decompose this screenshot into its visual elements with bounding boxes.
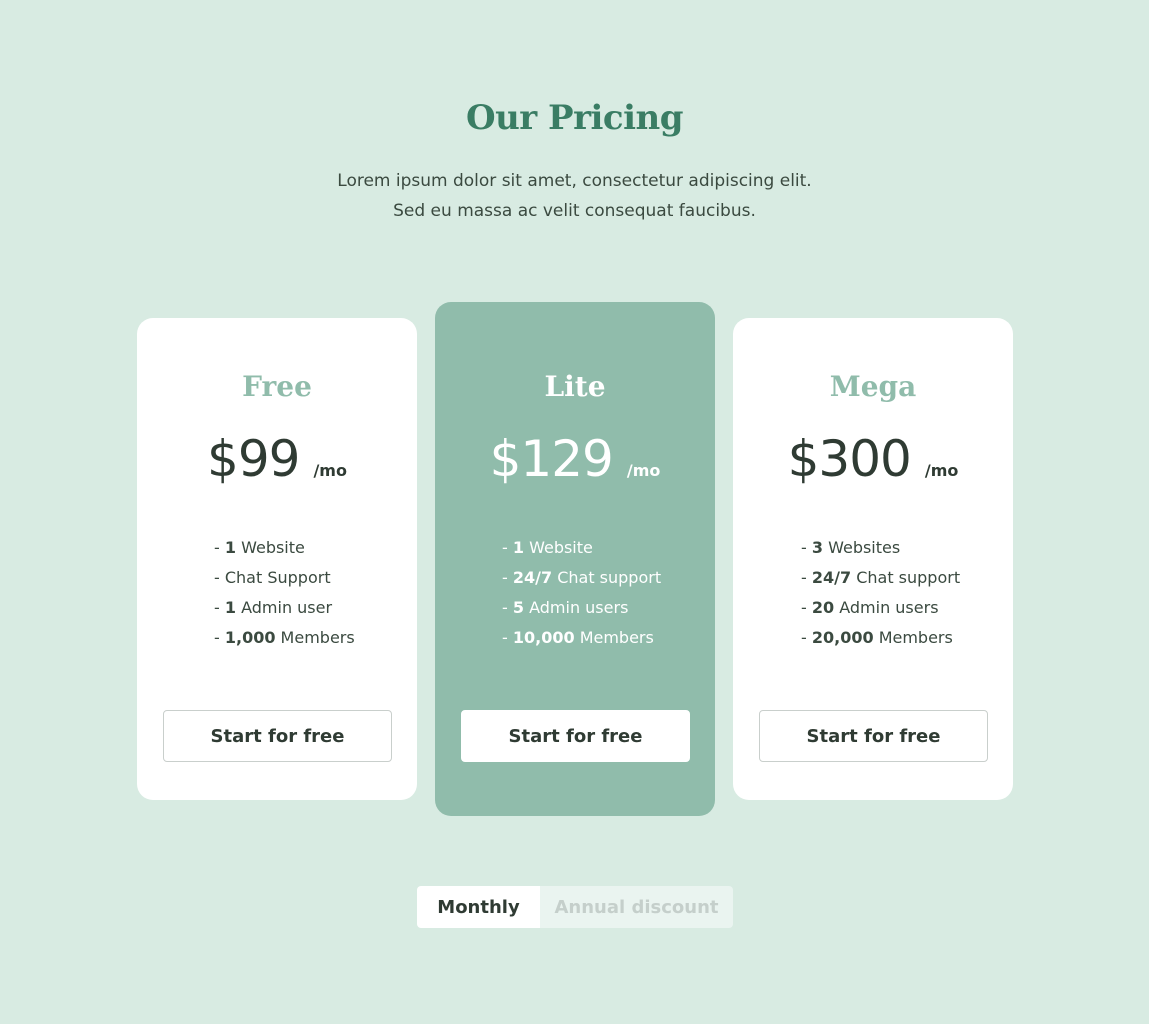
feature-list: - 1 Website - Chat Support - 1 Admin use… xyxy=(214,533,355,653)
price-row: $300 /mo xyxy=(733,430,1013,488)
price-period: /mo xyxy=(313,461,347,480)
plan-price: $129 xyxy=(489,430,614,488)
plan-name: Free xyxy=(242,370,312,403)
feature-item: - 1 Website xyxy=(502,538,593,557)
page-subtitle: Lorem ipsum dolor sit amet, consectetur … xyxy=(0,166,1149,226)
plan-name: Lite xyxy=(544,370,606,403)
feature-item: - 5 Admin users xyxy=(502,598,629,617)
start-for-free-button[interactable]: Start for free xyxy=(461,710,690,762)
feature-item: - 1 Website xyxy=(214,538,305,557)
pricing-card-lite: Lite $129 /mo - 1 Website - 24/7 Chat su… xyxy=(435,302,715,816)
feature-item: - 1,000 Members xyxy=(214,628,355,647)
feature-item: - 3 Websites xyxy=(801,538,901,557)
billing-toggle: Monthly Annual discount xyxy=(417,886,733,928)
feature-item: - Chat Support xyxy=(214,568,331,587)
plan-price: $99 xyxy=(207,430,300,488)
toggle-option-monthly[interactable]: Monthly xyxy=(417,886,540,928)
feature-item: - 24/7 Chat support xyxy=(502,568,662,587)
price-row: $129 /mo xyxy=(435,430,715,488)
subtitle-line-2: Sed eu massa ac velit consequat faucibus… xyxy=(393,201,756,221)
feature-list: - 3 Websites - 24/7 Chat support - 20 Ad… xyxy=(801,533,960,653)
subtitle-line-1: Lorem ipsum dolor sit amet, consectetur … xyxy=(337,171,812,191)
pricing-card-mega: Mega $300 /mo - 3 Websites - 24/7 Chat s… xyxy=(733,318,1013,800)
plan-price: $300 xyxy=(787,430,912,488)
feature-item: - 20 Admin users xyxy=(801,598,939,617)
feature-item: - 10,000 Members xyxy=(502,628,654,647)
plan-name: Mega xyxy=(829,370,917,403)
feature-item: - 1 Admin user xyxy=(214,598,333,617)
price-period: /mo xyxy=(626,461,661,480)
feature-item: - 20,000 Members xyxy=(801,628,953,647)
feature-list: - 1 Website - 24/7 Chat support - 5 Admi… xyxy=(502,533,661,653)
start-for-free-button[interactable]: Start for free xyxy=(163,710,392,762)
price-period: /mo xyxy=(924,461,959,480)
feature-item: - 24/7 Chat support xyxy=(801,568,961,587)
page-title: Our Pricing xyxy=(465,98,684,138)
toggle-option-annual-discount[interactable]: Annual discount xyxy=(540,886,733,928)
pricing-card-free: Free $99 /mo - 1 Website - Chat Support … xyxy=(137,318,417,800)
start-for-free-button[interactable]: Start for free xyxy=(759,710,988,762)
price-row: $99 /mo xyxy=(137,430,417,488)
